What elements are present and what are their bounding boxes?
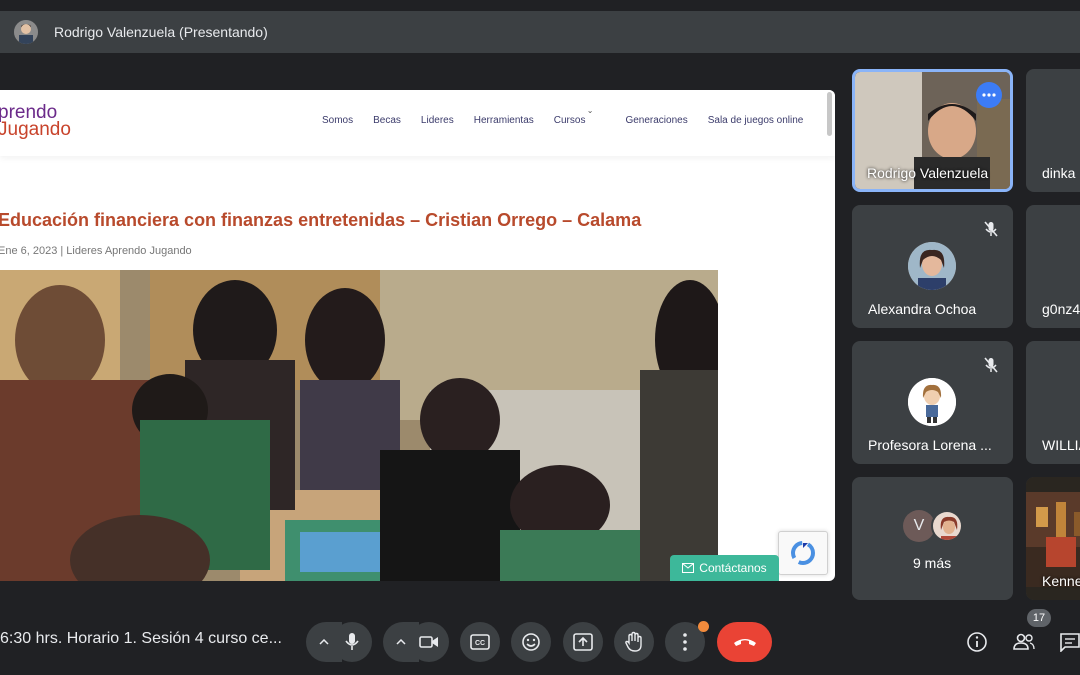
raise-hand-button[interactable] (614, 622, 654, 662)
more-vertical-icon (683, 633, 687, 651)
mic-group (306, 622, 372, 662)
tile-name: g0nz4 (1042, 301, 1080, 317)
tile-willia[interactable]: WILLIA (1026, 341, 1080, 464)
tile-alexandra[interactable]: Alexandra Ochoa (852, 205, 1013, 328)
article-meta: Ene 6, 2023 | Lideres Aprendo Jugando (0, 245, 192, 257)
svg-text:CC: CC (475, 640, 485, 647)
tile-name: Alexandra Ochoa (868, 301, 977, 317)
tile-name: WILLIA (1042, 437, 1080, 453)
camera-button[interactable] (409, 622, 449, 662)
camera-group (383, 622, 449, 662)
nav-somos[interactable]: Somos (322, 115, 353, 126)
presenter-bar: Rodrigo Valenzuela (Presentando) (0, 11, 1080, 53)
videocam-icon (419, 636, 438, 648)
tile-name: dinka (1042, 165, 1076, 181)
reactions-button[interactable] (511, 622, 551, 662)
nav-sala-juegos[interactable]: Sala de juegos online (708, 115, 804, 126)
avatar (931, 510, 963, 542)
nav-cursos[interactable]: Cursos ⌄ (553, 106, 606, 126)
avatar (908, 242, 956, 290)
tile-name: 9 más (913, 555, 952, 571)
more-options-button[interactable] (976, 82, 1002, 108)
logo-line2: Jugando (0, 119, 71, 140)
people-button[interactable] (1012, 630, 1036, 654)
recaptcha-icon (791, 541, 815, 565)
info-icon (967, 632, 987, 652)
nav-becas[interactable]: Becas (373, 115, 401, 126)
people-icon (1013, 633, 1035, 650)
page-scrollbar[interactable] (827, 92, 832, 136)
nav-lideres[interactable]: Lideres (421, 115, 454, 126)
leave-call-button[interactable] (717, 622, 772, 662)
tile-profesora-lorena[interactable]: Profesora Lorena ... (852, 341, 1013, 464)
tile-name: Kenne (1042, 573, 1080, 589)
nav-cursos-label: Cursos (553, 115, 586, 126)
tile-kenne[interactable]: Kenne (1026, 477, 1080, 600)
site-nav: Somos Becas Lideres Herramientas Cursos ⌄… (322, 106, 823, 126)
call-end-icon (733, 639, 756, 646)
meeting-title: 6:30 hrs. Horario 1. Sesión 4 curso ce..… (0, 630, 282, 647)
meeting-details-button[interactable] (965, 630, 989, 654)
present-button[interactable] (563, 622, 603, 662)
tile-dinka[interactable]: dinka (1026, 69, 1080, 192)
tile-name: Profesora Lorena ... (868, 437, 992, 453)
participants-count-badge: 17 (1027, 609, 1051, 627)
tile-rodrigo[interactable]: Rodrigo Valenzuela (852, 69, 1013, 192)
chat-button[interactable] (1058, 630, 1080, 654)
mic-icon (345, 633, 359, 650)
tile-more-participants[interactable]: V 9 más (852, 477, 1013, 600)
site-header: prendo Jugando Somos Becas Lideres Herra… (0, 90, 835, 156)
tile-g0nz4[interactable]: g0nz4 (1026, 205, 1080, 328)
article-title: Educación financiera con finanzas entret… (0, 210, 642, 230)
present-to-all-icon (573, 633, 593, 651)
article-photo (0, 270, 718, 581)
meet-window: Rodrigo Valenzuela (Presentando) prendo … (0, 0, 1080, 675)
nav-generaciones[interactable]: Generaciones (625, 115, 687, 126)
closed-captions-icon: CC (470, 634, 490, 650)
chevron-up-icon (319, 639, 329, 645)
chat-icon (1060, 633, 1080, 652)
recaptcha-badge[interactable] (778, 531, 828, 575)
more-options-button[interactable] (665, 621, 709, 662)
mic-off-icon (984, 221, 998, 237)
shared-screen: prendo Jugando Somos Becas Lideres Herra… (0, 90, 835, 581)
tile-name: Rodrigo Valenzuela (867, 165, 989, 181)
emoji-icon (522, 633, 540, 651)
mail-icon (682, 563, 695, 573)
avatar-letter-text: V (913, 517, 925, 534)
contact-button-label: Contáctanos (699, 561, 767, 575)
mic-button[interactable] (332, 622, 372, 662)
chevron-down-icon: ⌄ (586, 106, 594, 115)
presenter-name: Rodrigo Valenzuela (Presentando) (54, 24, 268, 40)
avatar (908, 378, 956, 426)
presenter-avatar (14, 20, 38, 44)
chevron-up-icon (396, 639, 406, 645)
captions-button[interactable]: CC (460, 622, 500, 662)
hand-icon (625, 631, 642, 652)
contact-button[interactable]: Contáctanos (670, 555, 779, 581)
site-logo[interactable]: prendo Jugando (0, 103, 71, 140)
more-horizontal-icon (982, 93, 996, 97)
mic-off-icon (984, 357, 998, 373)
notification-dot (698, 621, 709, 632)
nav-herramientas[interactable]: Herramientas (474, 115, 534, 126)
